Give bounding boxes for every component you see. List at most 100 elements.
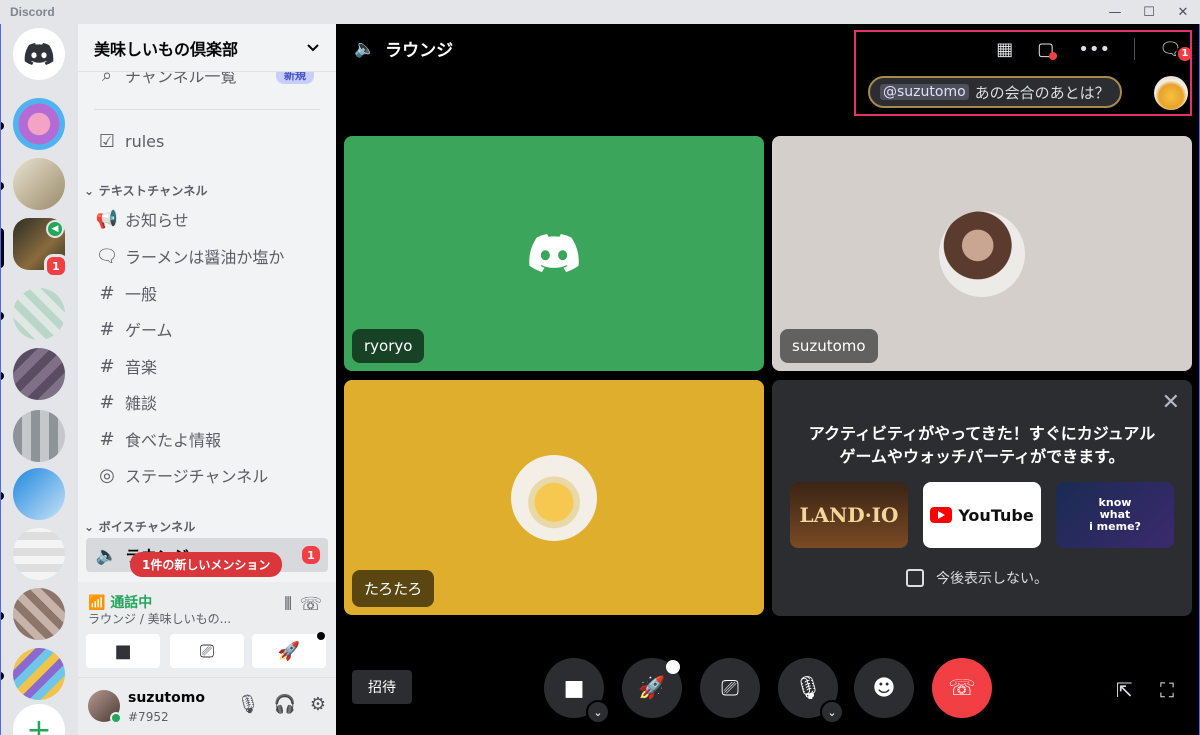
username: suzutomo bbox=[128, 690, 205, 706]
headphones-icon[interactable]: 🎧 bbox=[273, 694, 295, 715]
hangup-icon: ☏ bbox=[948, 675, 976, 701]
participant-tile-ryoryo[interactable]: ryoryo bbox=[344, 136, 764, 371]
channel-label: 一般 bbox=[125, 285, 158, 304]
gear-icon[interactable]: ⚙ bbox=[310, 694, 326, 715]
server-icon-blurred[interactable] bbox=[13, 468, 65, 520]
home-button[interactable] bbox=[13, 28, 65, 80]
selected-server-indicator bbox=[0, 228, 4, 268]
channel-rules[interactable]: ☑ rules bbox=[86, 124, 328, 158]
server-icon-donut[interactable] bbox=[13, 98, 65, 150]
rocket-icon: 🚀 bbox=[638, 675, 666, 701]
call-controls: ■ ⌄ 🚀 ⎚ 🎙 ⌄ ☻ ☏ bbox=[336, 658, 1200, 735]
user-panel: suzutomo #7952 🎙 🎧 ⚙ bbox=[78, 678, 336, 735]
server-icon-blurred[interactable] bbox=[13, 288, 65, 340]
avatar bbox=[511, 454, 597, 541]
channel-announcements[interactable]: 📢 お知らせ bbox=[86, 202, 328, 236]
checkbox-label: 今後表示しない。 bbox=[936, 571, 1048, 587]
add-server-button[interactable]: + bbox=[13, 704, 65, 735]
unread-pill bbox=[0, 312, 4, 320]
channel-title: ラウンジ bbox=[385, 41, 454, 61]
disconnect-icon[interactable]: ☏ bbox=[299, 594, 322, 615]
channel-game[interactable]: # ゲーム bbox=[86, 312, 328, 346]
close-icon[interactable]: ✕ bbox=[1162, 390, 1180, 415]
title-bar: Discord — ☐ ✕ bbox=[0, 0, 1200, 24]
app-brand: Discord bbox=[10, 5, 55, 19]
soundboard-button[interactable]: ☻ bbox=[854, 658, 914, 718]
channel-label: ステージチャンネル bbox=[125, 467, 269, 486]
channel-label: チャンネル一覧 bbox=[125, 72, 237, 86]
voice-channel-path[interactable]: ラウンジ / 美味しいもの... bbox=[88, 610, 231, 627]
new-mention-bar[interactable]: 1件の新しいメンション bbox=[130, 552, 283, 577]
speaker-icon: 🔈 bbox=[354, 38, 376, 59]
microphone-icon[interactable]: 🎙 bbox=[237, 694, 260, 715]
close-window-button[interactable]: ✕ bbox=[1166, 0, 1200, 24]
maximize-button[interactable]: ☐ bbox=[1132, 0, 1166, 24]
server-icon-blurred[interactable] bbox=[13, 528, 65, 580]
divider bbox=[94, 109, 320, 110]
card-label: know what i meme? bbox=[1089, 496, 1141, 533]
channel-list: ⌕ チャンネル一覧 新規 ☑ rules ⌄ テキストチャンネル 📢 お知らせ … bbox=[78, 72, 336, 582]
channel-label: 雑談 bbox=[125, 394, 158, 413]
mute-button[interactable]: 🎙 ⌄ bbox=[778, 658, 844, 724]
new-tag: 新規 bbox=[276, 72, 314, 84]
server-icon-card[interactable] bbox=[13, 158, 65, 210]
participant-name: suzutomo bbox=[780, 329, 878, 363]
chevron-down-icon[interactable]: ⌄ bbox=[586, 700, 610, 724]
channel-food-log[interactable]: # 食べたよ情報 bbox=[86, 422, 328, 456]
discord-logo-icon bbox=[24, 43, 54, 65]
channel-general[interactable]: # 一般 bbox=[86, 276, 328, 310]
youtube-icon bbox=[930, 507, 953, 523]
channel-forum[interactable]: 🗨 ラーメンは醤油か塩か bbox=[86, 239, 328, 273]
minimize-button[interactable]: — bbox=[1098, 0, 1132, 24]
channel-music[interactable]: # 音楽 bbox=[86, 349, 328, 383]
participant-tile-suzutomo[interactable]: suzutomo bbox=[772, 136, 1192, 371]
server-icon-blurred[interactable] bbox=[13, 588, 65, 640]
screen-share-button[interactable]: ⎚ bbox=[170, 634, 244, 668]
server-icon-blurred[interactable] bbox=[13, 648, 65, 700]
popout-window-icon[interactable]: ⇱ bbox=[1116, 678, 1133, 702]
participant-tile-tarotaro[interactable]: たろたろ bbox=[344, 380, 764, 615]
chevron-down-icon[interactable]: ⌄ bbox=[820, 700, 844, 724]
unread-pill bbox=[0, 672, 4, 680]
screen-share-button[interactable]: ⎚ bbox=[700, 658, 760, 718]
signal-icon: 📶 bbox=[88, 595, 106, 611]
online-status-icon bbox=[110, 712, 122, 724]
server-icon-blurred[interactable] bbox=[13, 410, 65, 462]
noise-suppression-icon[interactable]: ⦀ bbox=[284, 594, 292, 615]
voice-status-label: 通話中 bbox=[110, 595, 153, 611]
voice-connection-panel: 📶 通話中 ラウンジ / 美味しいもの... ⦀ ☏ ■ ⎚ 🚀 bbox=[78, 582, 336, 678]
forum-icon: 🗨 bbox=[95, 245, 119, 267]
guild-name: 美味しいもの倶楽部 bbox=[94, 39, 239, 59]
activity-card-landio[interactable]: LAND·IO bbox=[790, 482, 908, 548]
channel-label: ラーメンは醤油か塩か bbox=[125, 248, 285, 267]
channel-label: お知らせ bbox=[125, 211, 189, 230]
voice-stage: 🔈 ラウンジ ▦ ▢ ••• 🗨 1 @suzutomo あの会合のあとは？ ry… bbox=[336, 24, 1200, 735]
megaphone-icon: 📢 bbox=[95, 208, 119, 230]
category-label: テキストチャンネル bbox=[98, 184, 208, 198]
camera-button[interactable]: ■ ⌄ bbox=[544, 658, 610, 724]
camera-icon: ■ bbox=[563, 675, 585, 701]
activity-card-youtube[interactable]: YouTube bbox=[923, 482, 1041, 548]
hash-icon: # bbox=[99, 318, 115, 340]
emoji-icon: ☻ bbox=[872, 675, 896, 701]
channel-label: 食べたよ情報 bbox=[125, 431, 222, 450]
disconnect-button[interactable]: ☏ bbox=[932, 658, 992, 718]
browse-channels-item[interactable]: ⌕ チャンネル一覧 新規 bbox=[86, 72, 328, 92]
channel-stage[interactable]: ◎ ステージチャンネル bbox=[86, 458, 328, 492]
server-rail: ◀ 1 + bbox=[0, 24, 78, 735]
activity-card-meme[interactable]: know what i meme? bbox=[1056, 482, 1174, 548]
camera-button[interactable]: ■ bbox=[86, 634, 160, 668]
activity-button[interactable]: 🚀 bbox=[622, 658, 682, 718]
hash-icon: # bbox=[99, 428, 115, 450]
unread-pill bbox=[0, 122, 4, 130]
server-icon-blurred[interactable] bbox=[13, 348, 65, 400]
category-voice[interactable]: ⌄ ボイスチャンネル bbox=[84, 518, 196, 535]
activity-button[interactable]: 🚀 bbox=[252, 634, 326, 668]
mention-badge: 1 bbox=[300, 544, 322, 566]
dont-show-checkbox[interactable]: 今後表示しない。 bbox=[906, 568, 1048, 588]
fullscreen-icon[interactable]: ⛶ bbox=[1160, 678, 1174, 702]
card-label: LAND·IO bbox=[799, 503, 899, 527]
channel-chat[interactable]: # 雑談 bbox=[86, 385, 328, 419]
category-text[interactable]: ⌄ テキストチャンネル bbox=[84, 182, 208, 199]
guild-header[interactable]: 美味しいもの倶楽部 bbox=[78, 24, 336, 72]
